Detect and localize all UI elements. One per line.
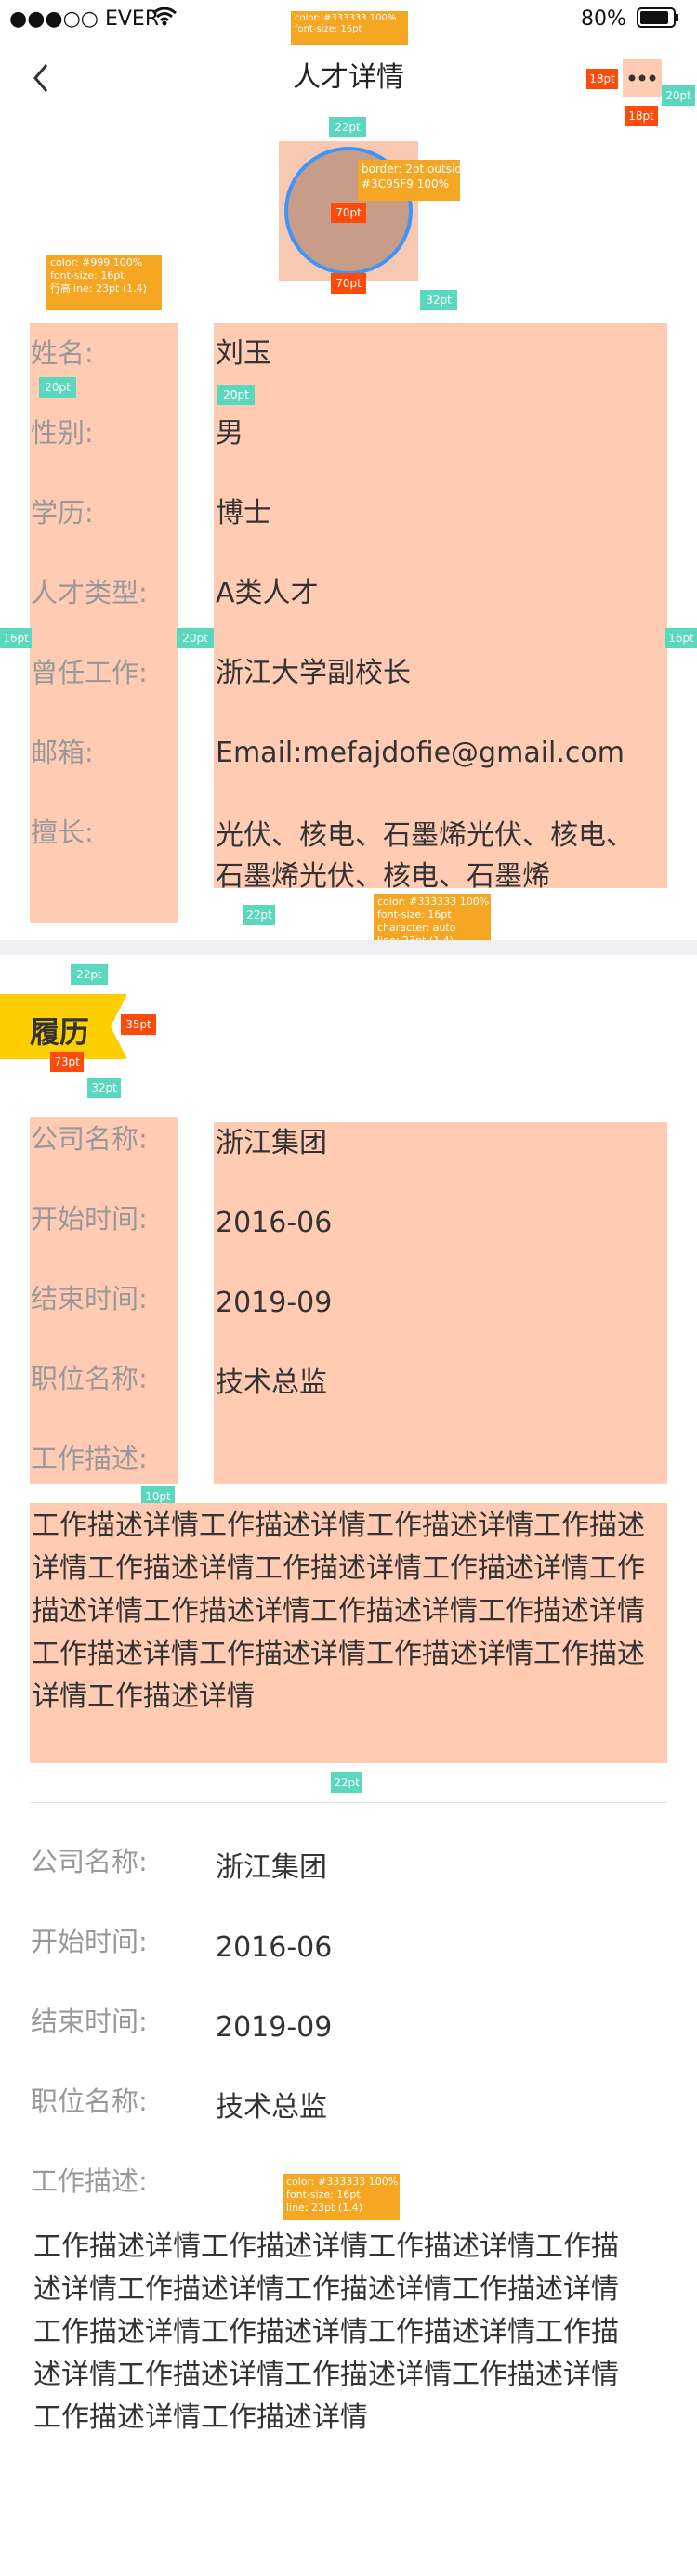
ribbon-bottom-annotation: 32pt: [87, 1078, 121, 1098]
gender-label: 性别:: [31, 417, 94, 449]
entry2-position-label: 职位名称:: [31, 2086, 148, 2117]
more-bottom-margin-annotation: 18pt: [625, 106, 658, 126]
entry1-desc-label: 工作描述:: [31, 1443, 148, 1474]
entry1-position-label: 职位名称:: [31, 1363, 148, 1394]
left-margin-annotation: 16pt: [0, 628, 32, 648]
label-spec-annotation: color: #999 100% font-size: 16pt 行高line:…: [46, 255, 162, 310]
avatar-gap-annotation: 32pt: [420, 290, 457, 310]
entry1-start-value: 2016-06: [216, 1207, 333, 1239]
entry1-company-label: 公司名称:: [31, 1123, 148, 1155]
talent-type-label: 人才类型:: [31, 577, 148, 608]
entry2-start-label: 开始时间:: [31, 1926, 148, 1957]
avatar-border-annotation: border: 2pt outside #3C95F9 100%: [358, 160, 468, 201]
wifi-icon: [151, 6, 178, 26]
nav-title-spec-annotation: color: #333333 100% font-size: 16pt: [291, 11, 408, 45]
entry-divider: [30, 1802, 667, 1803]
education-value: 博士: [216, 497, 271, 530]
right-margin-annotation: 16pt: [665, 628, 697, 648]
expertise-value: 光伏、核电、石墨烯光伏、核电、石墨烯光伏、核电、石墨烯: [216, 819, 634, 893]
ellipsis-icon: [628, 74, 656, 82]
education-label: 学历:: [31, 497, 94, 529]
label-gap-annotation: 20pt: [39, 377, 76, 398]
email-value: Email:mefajdofie@gmail.com: [216, 737, 625, 769]
entry1-position-value: 技术总监: [216, 1366, 327, 1399]
ribbon-height-annotation: 35pt: [121, 1014, 156, 1035]
avatar-top-annotation: 22pt: [329, 117, 366, 137]
name-value: 刘玉: [216, 337, 271, 370]
entry-gap-annotation: 22pt: [331, 1772, 362, 1793]
profile-bottom-annotation: 22pt: [243, 905, 275, 925]
avatar-height-annotation: 70pt: [331, 203, 366, 223]
entry1-end-value: 2019-09: [216, 1287, 333, 1319]
desc-spec-annotation: color: #333333 100% font-size: 16pt line…: [283, 2174, 400, 2220]
previous-job-label: 曾任工作:: [31, 657, 148, 688]
entry1-end-label: 结束时间:: [31, 1283, 148, 1314]
email-label: 邮箱:: [31, 737, 94, 768]
expertise-label: 擅长:: [31, 817, 94, 848]
more-left-margin-annotation: 18pt: [586, 69, 618, 89]
avatar-width-annotation: 70pt: [331, 273, 366, 294]
carrier-label: ●●●○○ EVER: [9, 7, 160, 31]
resume-section-ribbon: 履历: [0, 994, 127, 1059]
previous-job-value: 浙江大学副校长: [216, 657, 411, 689]
entry2-start-value: 2016-06: [216, 1931, 333, 1964]
ribbon-width-annotation: 73pt: [50, 1052, 84, 1072]
gender-value: 男: [216, 417, 243, 450]
more-button[interactable]: [623, 59, 662, 97]
talent-type-value: A类人才: [216, 577, 319, 609]
entry1-start-label: 开始时间:: [31, 1203, 148, 1235]
battery-icon: [637, 7, 679, 28]
entry1-company-value: 浙江集团: [216, 1127, 327, 1159]
entry2-company-label: 公司名称:: [31, 1846, 148, 1877]
entry2-end-label: 结束时间:: [31, 2006, 148, 2037]
resume-section-title: 履历: [30, 1014, 90, 1050]
name-label: 姓名:: [31, 337, 94, 369]
entry1-desc-text: 工作描述详情工作描述详情工作描述详情工作描述详情工作描述详情工作描述详情工作描述…: [32, 1510, 645, 1713]
column-gap-annotation: 20pt: [177, 628, 214, 648]
entry2-desc-label: 工作描述:: [31, 2165, 148, 2197]
value-gap-annotation: 20pt: [217, 385, 255, 405]
entry2-end-value: 2019-09: [216, 2011, 333, 2044]
section-divider: [0, 940, 697, 955]
entry2-company-value: 浙江集团: [216, 1851, 327, 1884]
more-right-margin-annotation: 20pt: [662, 85, 695, 106]
entry2-desc-text: 工作描述详情工作描述详情工作描述详情工作描述详情工作描述详情工作描述详情工作描述…: [33, 2230, 619, 2434]
entry2-position-value: 技术总监: [216, 2091, 327, 2124]
ribbon-top-annotation: 22pt: [71, 964, 108, 985]
battery-percentage: 80%: [581, 7, 626, 31]
